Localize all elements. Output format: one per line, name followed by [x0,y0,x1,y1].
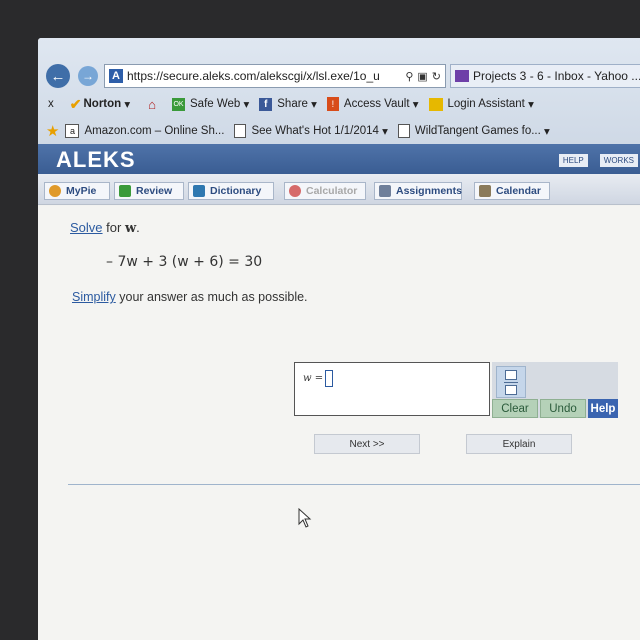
favorite-wildtangent[interactable]: WildTangent Games fo... ▾ [397,124,550,138]
variable-w: w [124,221,137,236]
tab-label: Calendar [496,185,541,197]
norton-menu[interactable]: ✔ Norton ▾ [70,96,130,113]
norton-check-icon: ✔ [69,95,82,112]
page-icon [234,124,247,138]
aleks-logo: ALEKS [56,147,136,172]
address-row: ← → A https://secure.aleks.com/alekscgi/… [38,60,640,88]
prompt-period: . [136,220,140,235]
undo-button[interactable]: Undo [540,399,586,418]
tab-review[interactable]: Review [114,182,184,200]
login-assistant-icon [428,97,443,111]
simplify-text: your answer as much as possible. [115,290,308,304]
tab-calendar[interactable]: Calendar [474,182,550,200]
aleks-nav: MyPie Review Dictionary Calculator Assig… [38,174,640,205]
answer-label: w = [303,373,324,384]
help-link[interactable]: HELP [558,154,588,167]
simplify-instruction: Simplify your answer as much as possible… [72,290,308,304]
safe-web-menu[interactable]: OK Safe Web ▾ [172,97,249,111]
yahoo-mail-icon [455,70,469,82]
norton-label: Norton [83,98,122,110]
pie-icon [49,185,61,197]
explain-button[interactable]: Explain [466,434,572,454]
home-icon[interactable]: ⌂ [148,97,156,112]
tab-dictionary[interactable]: Dictionary [188,182,274,200]
amazon-icon: a [65,124,80,138]
favorite-amazon[interactable]: a Amazon.com – Online Sh... [65,124,224,138]
tab-label: Review [136,185,173,197]
login-assistant-menu[interactable]: Login Assistant ▾ [428,97,534,111]
fraction-denominator-icon [505,384,517,395]
next-button[interactable]: Next >> [314,434,420,454]
forward-arrow-icon[interactable]: → [78,66,98,86]
tab-assignments[interactable]: Assignments [374,182,462,200]
access-vault-label: Access Vault [343,98,410,110]
tab-yahoo-inbox[interactable]: Projects 3 - 6 - Inbox - Yahoo ... [450,64,640,88]
tab-mypie[interactable]: MyPie [44,182,110,200]
tab-label: Calculator [306,185,358,197]
favorite-label: Amazon.com – Online Sh... [84,125,225,137]
fraction-button[interactable] [496,366,526,398]
norton-toolbar: x ✔ Norton ▾ ⌂ OK Safe Web ▾ f Share ▾ !… [38,92,640,116]
answer-input[interactable] [325,370,333,387]
facebook-icon: f [259,97,273,111]
divider [68,484,640,485]
tab-label: Assignments [396,185,462,197]
assignments-icon [379,185,391,197]
search-icon[interactable]: ⚲ [405,70,413,83]
prompt-text: for [102,220,125,235]
header-links: HELP WORKS [558,154,638,167]
answer-box: w = [294,362,490,416]
tab-label: MyPie [66,185,97,197]
tab-label: Dictionary [210,185,262,197]
lock-icon: ▣ [417,70,428,83]
equation: – 7w + 3 (w + 6) = 30 [106,254,263,270]
screen: ← → A https://secure.aleks.com/alekscgi/… [38,38,640,640]
aleks-header: ALEKS HELP WORKS [38,144,640,174]
tab-calculator[interactable]: Calculator [284,182,366,200]
fraction-numerator-icon [505,369,517,380]
login-assistant-label: Login Assistant [447,98,525,110]
favorites-bar: ★ a Amazon.com – Online Sh... See What's… [38,120,640,142]
safe-web-label: Safe Web [190,98,241,110]
favorite-label: WildTangent Games fo... [414,125,541,137]
problem-prompt: Solve for w. [70,220,140,236]
back-arrow-icon[interactable]: ← [46,64,70,88]
page-icon [397,124,410,138]
works-link[interactable]: WORKS [599,154,638,167]
favorite-whats-hot[interactable]: See What's Hot 1/1/2014 ▾ [234,124,388,138]
address-bar[interactable]: A https://secure.aleks.com/alekscgi/x/ls… [104,64,446,88]
tab-title: Projects 3 - 6 - Inbox - Yahoo ... [473,69,640,83]
refresh-icon[interactable]: ↻ [432,70,441,83]
book-icon [193,185,205,197]
access-vault-menu[interactable]: ! Access Vault ▾ [326,97,419,111]
address-tools: ⚲ ▣ ↻ [405,70,445,83]
clear-button[interactable]: Clear [492,399,538,418]
browser-chrome: ← → A https://secure.aleks.com/alekscgi/… [38,38,640,144]
help-button[interactable]: Help [588,399,618,418]
calculator-icon [289,185,301,197]
checkmark-icon [119,185,131,197]
aleks-favicon-icon: A [109,69,123,83]
calendar-icon [479,185,491,197]
share-label: Share [277,98,308,110]
address-text: https://secure.aleks.com/alekscgi/x/lsl.… [127,69,380,83]
favorite-label: See What's Hot 1/1/2014 [251,125,379,137]
share-menu[interactable]: f Share ▾ [259,97,317,111]
vault-icon: ! [326,97,339,111]
safe-web-ok-icon: OK [172,97,185,111]
simplify-link[interactable]: Simplify [72,290,116,304]
favorites-star-icon[interactable]: ★ [46,122,59,140]
problem-area: Solve for w. – 7w + 3 (w + 6) = 30 Simpl… [38,206,640,640]
fraction-bar-icon [504,381,518,383]
close-icon[interactable]: x [48,98,54,110]
solve-link[interactable]: Solve [70,220,103,235]
